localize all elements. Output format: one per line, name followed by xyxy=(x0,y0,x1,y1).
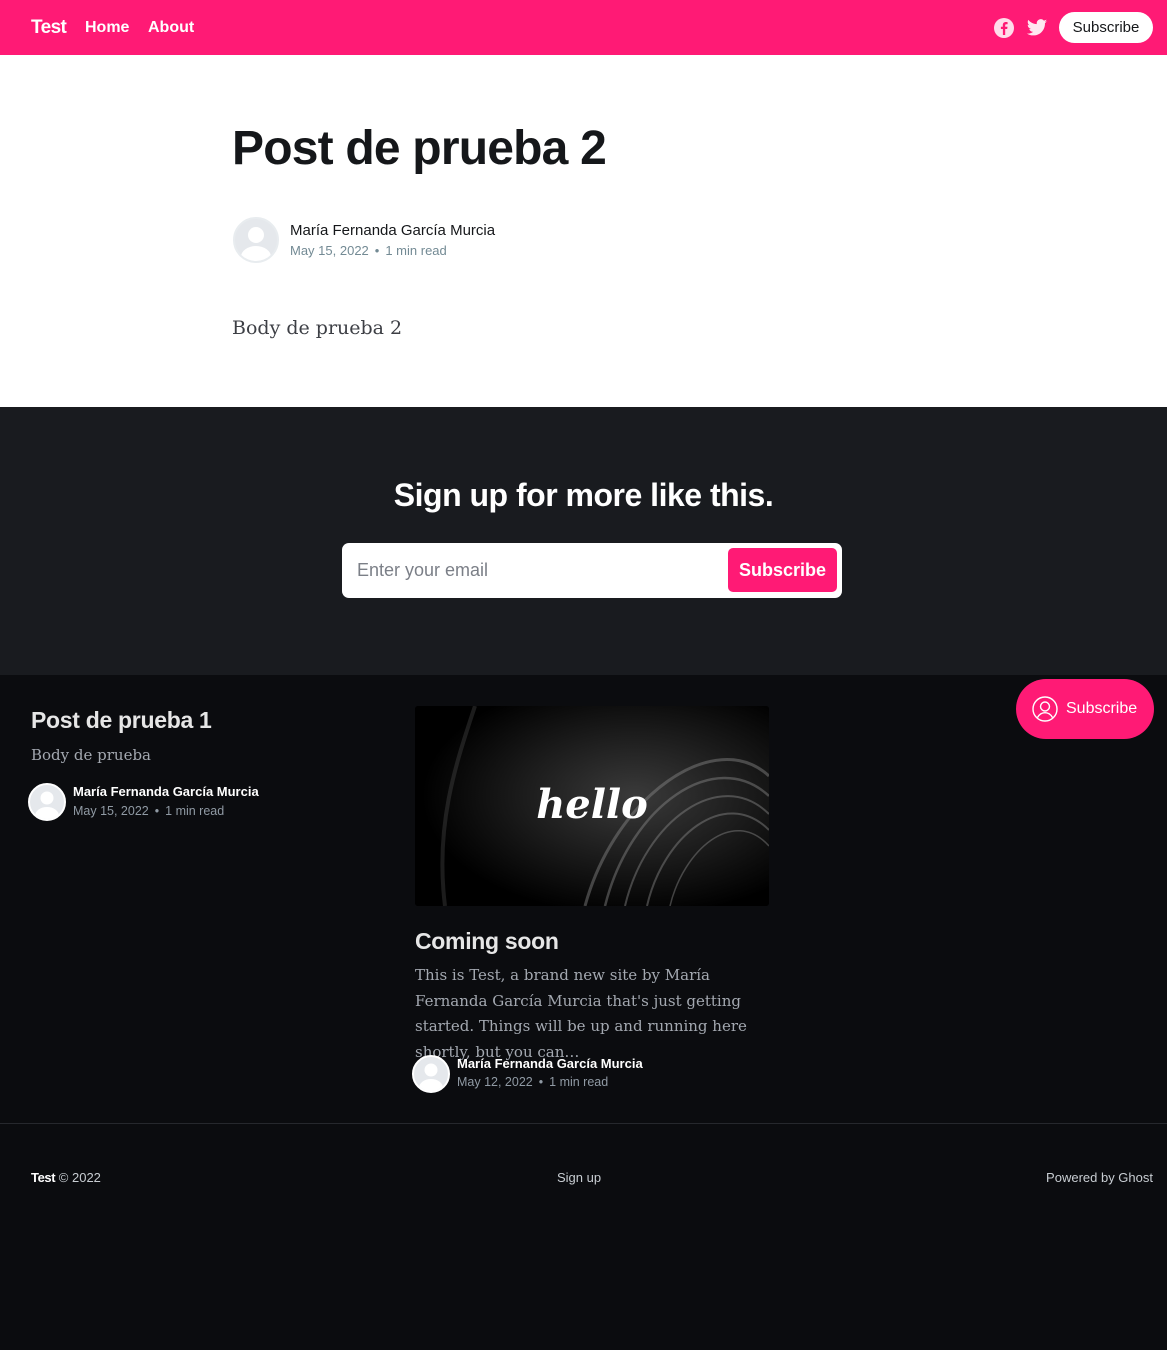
meta-separator: • xyxy=(374,243,380,258)
twitter-icon[interactable] xyxy=(1026,17,1048,39)
copyright-year: © 2022 xyxy=(58,1170,101,1185)
post-title: Post de prueba 2 xyxy=(232,122,607,175)
reading-time: 1 min read xyxy=(549,1075,609,1089)
reading-time: 1 min read xyxy=(165,804,225,818)
signup-form: Subscribe xyxy=(342,543,842,598)
post-card-title[interactable]: Coming soon xyxy=(415,928,559,955)
footer-copyright: Test © 2022 xyxy=(31,1170,101,1185)
site-header: Test Home About Subscribe xyxy=(0,0,1167,55)
powered-by-link[interactable]: Powered by Ghost xyxy=(1046,1170,1153,1185)
post-date: May 15, 2022 xyxy=(73,804,149,818)
author-avatar[interactable] xyxy=(233,217,279,263)
footer-brand[interactable]: Test xyxy=(31,1170,56,1185)
article: Post de prueba 2 María Fernanda García M… xyxy=(0,55,1167,407)
site-brand[interactable]: Test xyxy=(31,17,67,39)
post-card-image[interactable]: hello xyxy=(415,706,769,906)
post-card-excerpt[interactable]: Body de prueba xyxy=(31,743,151,769)
reading-time: 1 min read xyxy=(385,243,447,258)
signup-title: Sign up for more like this. xyxy=(393,477,774,513)
facebook-icon[interactable] xyxy=(993,17,1015,39)
post-body: Body de prueba 2 xyxy=(232,317,403,339)
nav-home[interactable]: Home xyxy=(85,19,129,37)
meta-separator: • xyxy=(154,804,160,818)
post-card-excerpt[interactable]: This is Test, a brand new site by María … xyxy=(415,963,775,1065)
post-card-title[interactable]: Post de prueba 1 xyxy=(31,707,212,734)
post-date: May 15, 2022 xyxy=(290,243,369,258)
author-name[interactable]: María Fernanda García Murcia xyxy=(73,784,259,799)
footer-signup-link[interactable]: Sign up xyxy=(557,1170,601,1185)
site-footer: Test © 2022 Sign up Powered by Ghost xyxy=(0,1123,1167,1350)
post-meta: May 12, 2022 • 1 min read xyxy=(457,1075,608,1089)
email-input[interactable] xyxy=(344,545,724,596)
author-name[interactable]: María Fernanda García Murcia xyxy=(457,1056,643,1071)
signup-submit-button[interactable]: Subscribe xyxy=(728,548,837,592)
portal-subscribe-button[interactable]: Subscribe xyxy=(1016,679,1154,739)
author-avatar[interactable] xyxy=(412,1055,450,1093)
header-subscribe-button[interactable]: Subscribe xyxy=(1059,12,1153,43)
post-date: May 12, 2022 xyxy=(457,1075,533,1089)
meta-separator: • xyxy=(538,1075,544,1089)
user-circle-icon xyxy=(1032,696,1058,722)
author-avatar[interactable] xyxy=(28,783,66,821)
post-meta: May 15, 2022 • 1 min read xyxy=(290,243,447,258)
portal-subscribe-label: Subscribe xyxy=(1066,700,1138,717)
image-text: hello xyxy=(536,781,648,828)
author-name[interactable]: María Fernanda García Murcia xyxy=(290,222,495,239)
related-posts: Post de prueba 1 Body de prueba María Fe… xyxy=(0,675,1167,1123)
signup-section: Sign up for more like this. Subscribe xyxy=(0,407,1167,675)
post-meta: May 15, 2022 • 1 min read xyxy=(73,804,224,818)
nav-about[interactable]: About xyxy=(148,19,194,37)
